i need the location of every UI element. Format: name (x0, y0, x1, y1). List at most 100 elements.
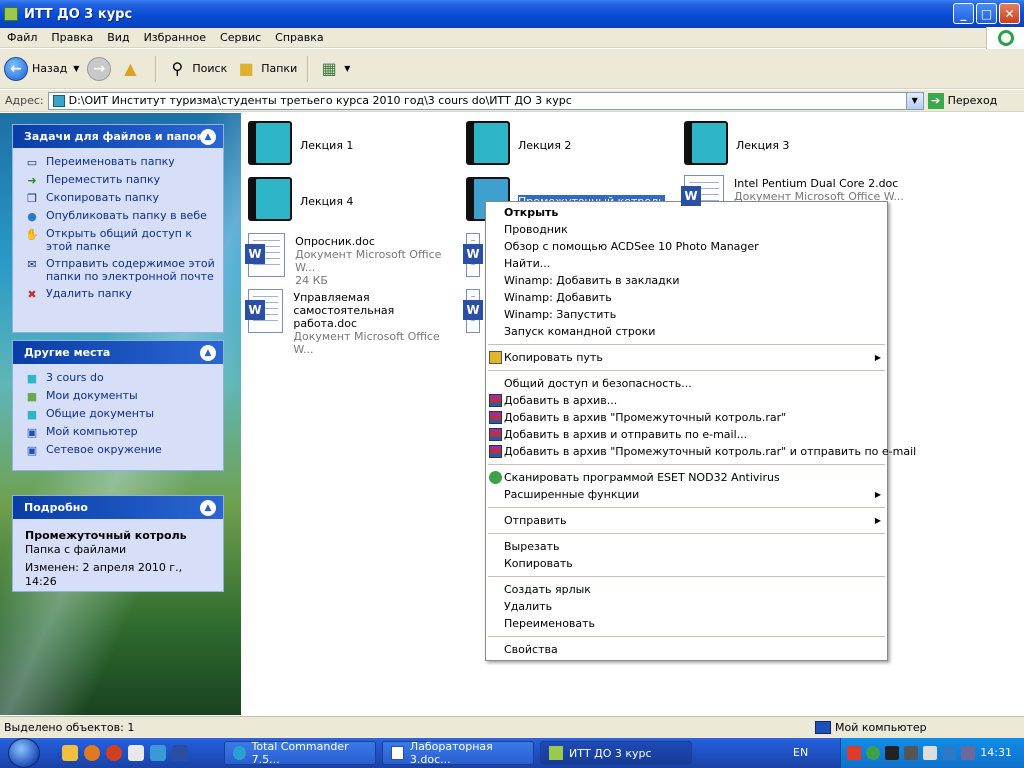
copy-folder-link[interactable]: ❐ Скопировать папку (25, 191, 215, 205)
forward-button[interactable]: → (83, 52, 115, 86)
menu-sharing[interactable]: Общий доступ и безопасность... (486, 375, 887, 392)
chevron-down-icon[interactable]: ▼ (905, 92, 923, 109)
place-shared-documents[interactable]: ■ Общие документы (25, 407, 215, 421)
folder-icon (466, 121, 510, 165)
word-document-icon: W (245, 233, 286, 277)
menu-rar-add-named[interactable]: Добавить в архив "Промежуточный котроль.… (486, 409, 887, 426)
rename-folder-link[interactable]: ▭ Переименовать папку (25, 155, 215, 169)
place-network[interactable]: ▣ Сетевое окружение (25, 443, 215, 457)
menu-copy[interactable]: Копировать (486, 555, 887, 572)
task-word-document[interactable]: Лабораторная 3.doc... (382, 740, 534, 766)
start-button[interactable] (8, 738, 40, 768)
opera-icon[interactable] (106, 745, 122, 761)
search-button[interactable]: ⚲ Поиск (162, 52, 231, 86)
minimize-button[interactable]: _ (953, 3, 974, 24)
menu-file[interactable]: Файл (0, 31, 44, 44)
menu-eset-scan[interactable]: Сканировать программой ESET NOD32 Antivi… (486, 469, 887, 486)
menu-copy-path[interactable]: Копировать путь ▶ (486, 349, 887, 366)
printer-icon[interactable] (128, 745, 144, 761)
menu-properties[interactable]: Свойства (486, 641, 887, 658)
document-type: Документ Microsoft Office W... (295, 248, 442, 274)
menu-help[interactable]: Справка (268, 31, 330, 44)
chevron-down-icon[interactable]: ▼ (73, 64, 79, 73)
firefox-icon[interactable] (84, 745, 100, 761)
close-button[interactable]: ✕ (999, 3, 1020, 24)
menu-rar-named-email[interactable]: Добавить в архив "Промежуточный котроль.… (486, 443, 916, 460)
menu-acdsee[interactable]: Обзор с помощью ACDSee 10 Photo Manager (486, 238, 887, 255)
document-item[interactable]: W Опросник.doc Документ Microsoft Office… (242, 233, 452, 287)
menu-create-shortcut[interactable]: Создать ярлык (486, 581, 887, 598)
safely-remove-icon[interactable] (904, 746, 918, 760)
shared-documents-icon: ■ (26, 407, 38, 421)
search-icon: ⚲ (171, 59, 184, 78)
menu-open[interactable]: Открыть (486, 204, 887, 221)
menu-favorites[interactable]: Избранное (137, 31, 213, 44)
up-button[interactable]: ▲ (115, 52, 149, 86)
internet-explorer-icon[interactable] (150, 745, 166, 761)
menu-command-prompt[interactable]: Запуск командной строки (486, 323, 887, 340)
collapse-icon[interactable]: ▲ (200, 129, 216, 145)
folders-button[interactable]: ■ Папки (231, 52, 301, 86)
app-icon[interactable] (172, 745, 188, 761)
skype-icon[interactable] (942, 746, 956, 760)
menu-view[interactable]: Вид (100, 31, 136, 44)
task-total-commander[interactable]: Total Commander 7.5... (224, 740, 376, 766)
folder-item[interactable]: Лекция 3 (678, 119, 888, 165)
folder-icon (549, 746, 563, 760)
menu-rar-add[interactable]: Добавить в архив... (486, 392, 887, 409)
menu-advanced[interactable]: Расширенные функции ▶ (486, 486, 887, 503)
menu-delete[interactable]: Удалить (486, 598, 887, 615)
task-explorer-window[interactable]: ИТТ ДО 3 курс (540, 741, 692, 765)
address-path[interactable]: D:\ОИТ Институт туризма\студенты третьег… (69, 94, 572, 107)
menu-rar-email[interactable]: Добавить в архив и отправить по e-mail..… (486, 426, 887, 443)
menu-winamp-bookmark[interactable]: Winamp: Добавить в закладки (486, 272, 887, 289)
file-tasks-header[interactable]: Задачи для файлов и папок ▲ (13, 125, 223, 148)
collapse-icon[interactable]: ▲ (200, 500, 216, 516)
maximize-button[interactable]: □ (976, 3, 997, 24)
place-my-computer[interactable]: ▣ Мой компьютер (25, 425, 215, 439)
menu-rename[interactable]: Переименовать (486, 615, 887, 632)
folder-item[interactable]: Лекция 1 (242, 119, 452, 165)
opera-tray-icon[interactable] (847, 746, 861, 760)
language-indicator[interactable]: EN (793, 746, 808, 759)
menu-find[interactable]: Найти... (486, 255, 887, 272)
total-commander-icon (233, 746, 246, 760)
share-folder-link[interactable]: ✋ Открыть общий доступ к этой папке (25, 227, 215, 253)
menu-edit[interactable]: Правка (44, 31, 100, 44)
collapse-icon[interactable]: ▲ (200, 345, 216, 361)
menu-explorer[interactable]: Проводник (486, 221, 887, 238)
clock[interactable]: 14:31 (980, 746, 1012, 759)
other-places-header[interactable]: Другие места ▲ (13, 341, 223, 364)
details-header[interactable]: Подробно ▲ (13, 496, 223, 519)
other-places-body: ■ 3 cours do ■ Мои документы ■ Общие докуме… (13, 364, 223, 470)
menu-cut[interactable]: Вырезать (486, 538, 887, 555)
move-folder-link[interactable]: ➜ Переместить папку (25, 173, 215, 187)
toolbar-separator (307, 55, 309, 82)
menu-rar-add-label: Добавить в архив... (504, 394, 618, 407)
show-desktop-icon[interactable] (62, 745, 78, 761)
folders-icon: ■ (238, 59, 254, 78)
network-tray-icon[interactable] (885, 746, 899, 760)
address-input[interactable]: D:\ОИТ Институт туризма\студенты третьег… (47, 91, 924, 110)
views-button[interactable]: ▦ ▼ (314, 52, 354, 86)
tray-app-icon[interactable] (961, 746, 975, 760)
email-folder-link[interactable]: ✉ Отправить содержимое этой папки по элек… (25, 257, 215, 283)
back-button[interactable]: ← Назад ▼ (0, 52, 83, 86)
go-button[interactable]: ➔ Переход (927, 92, 997, 109)
document-item[interactable]: W Управляемая самостоятельная работа.doc… (242, 289, 452, 356)
folder-item[interactable]: Лекция 2 (460, 119, 670, 165)
place-3-cours-do[interactable]: ■ 3 cours do (25, 371, 215, 385)
eset-tray-icon[interactable] (866, 746, 880, 760)
delete-folder-link[interactable]: ✖ Удалить папку (25, 287, 215, 301)
details-name: Промежуточный котроль (25, 529, 187, 542)
volume-icon[interactable] (923, 746, 937, 760)
menu-tools[interactable]: Сервис (213, 31, 268, 44)
place-my-documents[interactable]: ■ Мои документы (25, 389, 215, 403)
folder-item[interactable]: Лекция 4 (242, 175, 452, 221)
publish-folder-link[interactable]: ● Опубликовать папку в вебе (25, 209, 215, 223)
document-type: Документ Microsoft Office W... (293, 330, 440, 356)
menu-winamp-play[interactable]: Winamp: Запустить (486, 306, 887, 323)
menu-winamp-add[interactable]: Winamp: Добавить (486, 289, 887, 306)
document-name: Опросник.doc (295, 235, 375, 248)
menu-send-to[interactable]: Отправить ▶ (486, 512, 887, 529)
